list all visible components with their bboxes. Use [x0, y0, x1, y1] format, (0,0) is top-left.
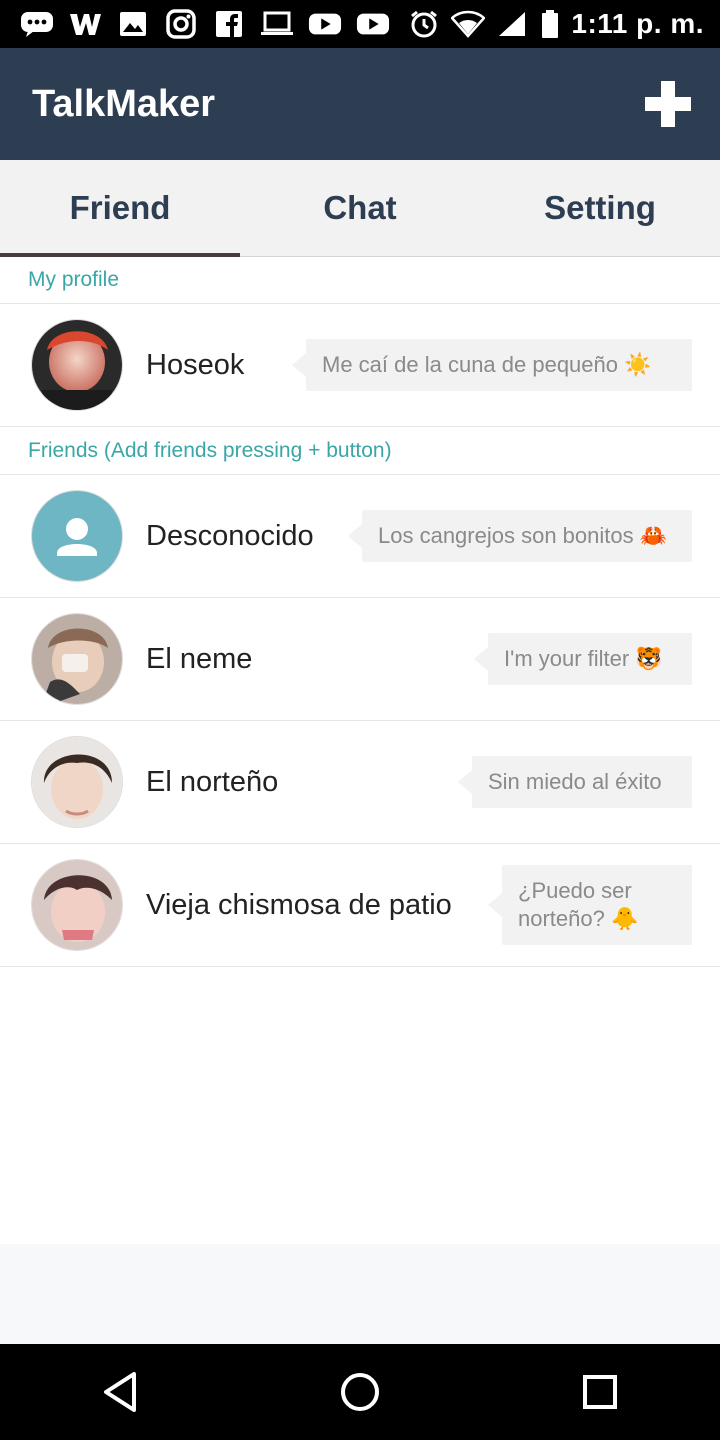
image-icon: [116, 9, 150, 39]
w-icon: [68, 9, 102, 39]
laptop-icon: [260, 9, 294, 39]
recents-icon: [583, 1375, 617, 1409]
friend-name: Desconocido: [146, 519, 314, 552]
friend-row[interactable]: Vieja chismosa de patio ¿Puedo ser norte…: [0, 844, 720, 967]
profile-row[interactable]: Hoseok Me caí de la cuna de pequeño ☀️: [0, 304, 720, 427]
home-button[interactable]: [330, 1362, 390, 1422]
battery-icon: [539, 9, 561, 39]
default-avatar-icon: [57, 518, 97, 556]
friend-row[interactable]: El norteño Sin miedo al éxito: [0, 721, 720, 844]
alarm-icon: [407, 9, 441, 39]
status-bubble: ¿Puedo ser norteño? 🐥: [488, 865, 692, 945]
facebook-icon: [212, 9, 246, 39]
clock: 1:11 p. m.: [571, 8, 704, 39]
avatar[interactable]: [32, 614, 122, 704]
avatar[interactable]: [32, 491, 122, 581]
signal-icon: [495, 9, 529, 39]
wifi-icon: [451, 9, 486, 39]
status-bubble: Me caí de la cuna de pequeño ☀️: [292, 339, 692, 391]
friend-name: Vieja chismosa de patio: [146, 888, 452, 921]
tab-friend[interactable]: Friend: [0, 160, 240, 257]
friend-row[interactable]: El neme I'm your filter 🐯: [0, 598, 720, 721]
friend-list: My profile Hoseok Me caí de la cuna de p…: [0, 256, 720, 967]
status-message: Sin miedo al éxito: [488, 769, 662, 794]
tab-setting[interactable]: Setting: [480, 160, 720, 256]
status-bar: 1:11 p. m.: [0, 0, 720, 48]
app-title: TalkMaker: [32, 82, 216, 125]
plus-icon: [645, 81, 691, 127]
youtube-icon: [308, 9, 342, 39]
notification-icons: [20, 9, 390, 39]
app-bar: TalkMaker: [0, 48, 720, 160]
status-message: Me caí de la cuna de pequeño ☀️: [322, 352, 652, 377]
system-icons: 1:11 p. m.: [407, 8, 704, 40]
friends-header: Friends (Add friends pressing + button): [0, 427, 720, 475]
avatar[interactable]: [32, 737, 122, 827]
home-icon: [341, 1373, 379, 1411]
recents-button[interactable]: [570, 1362, 630, 1422]
bottom-area: [0, 1244, 720, 1344]
my-profile-header: My profile: [0, 256, 720, 304]
chat-icon: [20, 9, 54, 39]
back-icon: [104, 1372, 136, 1412]
friend-name: El neme: [146, 642, 253, 675]
status-bubble: I'm your filter 🐯: [474, 633, 692, 685]
tab-chat[interactable]: Chat: [240, 160, 480, 256]
profile-name: Hoseok: [146, 348, 245, 381]
status-message: ¿Puedo ser norteño? 🐥: [518, 878, 639, 931]
youtube-icon: [356, 9, 390, 39]
friend-name: El norteño: [146, 765, 279, 798]
tab-bar: Friend Chat Setting: [0, 160, 720, 257]
status-message: I'm your filter 🐯: [504, 646, 663, 671]
status-bubble: Sin miedo al éxito: [458, 756, 692, 808]
instagram-icon: [164, 9, 198, 39]
navigation-bar: [0, 1344, 720, 1440]
add-friend-button[interactable]: [640, 76, 696, 132]
friend-row[interactable]: Desconocido Los cangrejos son bonitos 🦀: [0, 475, 720, 598]
status-message: Los cangrejos son bonitos 🦀: [378, 523, 668, 548]
back-button[interactable]: [90, 1362, 150, 1422]
avatar[interactable]: [32, 320, 122, 410]
status-bubble: Los cangrejos son bonitos 🦀: [348, 510, 692, 562]
avatar[interactable]: [32, 860, 122, 950]
